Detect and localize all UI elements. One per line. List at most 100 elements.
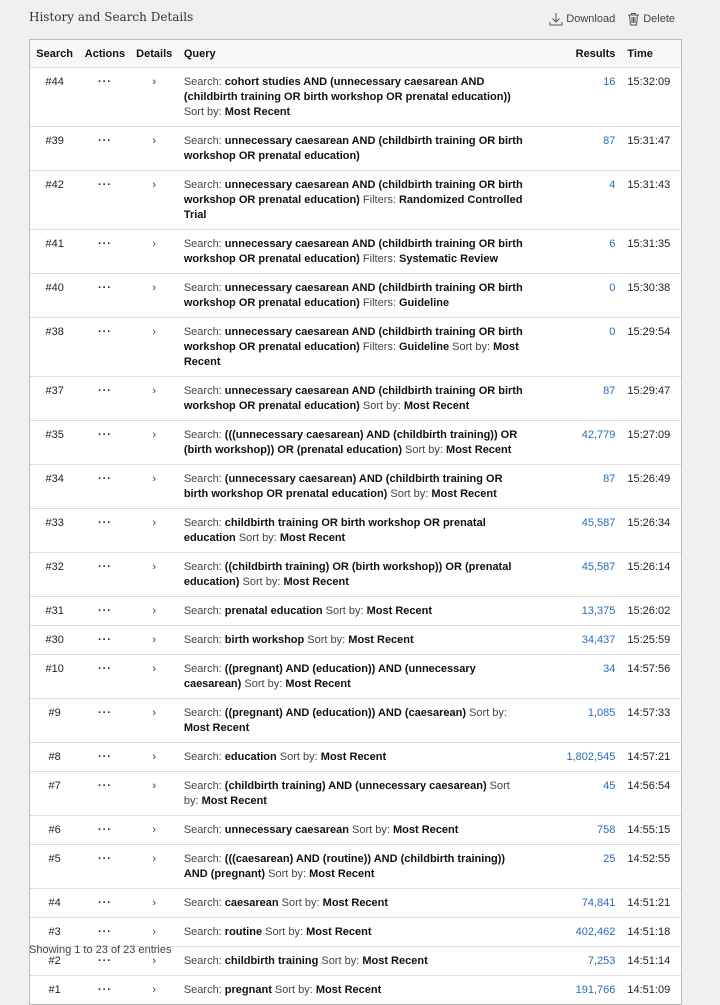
query-term: unnecessary caesarean AND (childbirth tr… — [183, 385, 523, 412]
results-link[interactable]: 87 — [543, 464, 622, 509]
table-row: #7 ··· › Search: (childbirth training) AND … — [30, 771, 681, 816]
col-results[interactable]: Results — [543, 40, 622, 68]
results-link[interactable]: 0 — [543, 273, 622, 318]
query-label: Search: — [183, 926, 225, 938]
chevron-right-icon[interactable]: › — [152, 984, 156, 996]
results-link[interactable]: 45,587 — [543, 508, 622, 553]
actions-cell: ··· — [79, 464, 131, 509]
chevron-right-icon[interactable]: › — [152, 326, 156, 338]
chevron-right-icon[interactable]: › — [152, 605, 156, 617]
chevron-right-icon[interactable]: › — [152, 385, 156, 397]
download-button[interactable]: Download — [549, 12, 615, 26]
results-link[interactable]: 6 — [543, 229, 622, 274]
delete-button[interactable]: Delete — [627, 12, 675, 26]
results-link[interactable]: 0 — [543, 317, 622, 377]
results-link[interactable]: 42,779 — [543, 420, 622, 465]
table-row: #3 ··· › Search: routine Sort by: Most Rece… — [30, 917, 681, 947]
query-term: pregnant — [224, 984, 272, 996]
query-label: Filters: — [359, 253, 399, 265]
more-actions-icon[interactable]: ··· — [98, 179, 112, 191]
more-actions-icon[interactable]: ··· — [98, 955, 112, 967]
query-label: Sort by: — [278, 897, 323, 909]
more-actions-icon[interactable]: ··· — [98, 751, 112, 763]
results-link[interactable]: 74,841 — [543, 888, 622, 918]
chevron-right-icon[interactable]: › — [152, 926, 156, 938]
results-link[interactable]: 34,437 — [543, 625, 622, 655]
more-actions-icon[interactable]: ··· — [98, 707, 112, 719]
chevron-right-icon[interactable]: › — [152, 897, 156, 909]
more-actions-icon[interactable]: ··· — [98, 984, 112, 996]
chevron-right-icon[interactable]: › — [152, 238, 156, 250]
chevron-right-icon[interactable]: › — [152, 429, 156, 441]
more-actions-icon[interactable]: ··· — [98, 663, 112, 675]
results-link[interactable]: 45 — [543, 771, 622, 816]
more-actions-icon[interactable]: ··· — [98, 76, 112, 88]
results-link[interactable]: 25 — [543, 844, 622, 889]
more-actions-icon[interactable]: ··· — [98, 926, 112, 938]
results-link[interactable]: 191,766 — [543, 975, 622, 1004]
results-link[interactable]: 1,802,545 — [543, 742, 622, 772]
results-link[interactable]: 7,253 — [543, 946, 622, 976]
more-actions-icon[interactable]: ··· — [98, 473, 112, 485]
chevron-right-icon[interactable]: › — [152, 780, 156, 792]
results-link[interactable]: 4 — [543, 170, 622, 230]
more-actions-icon[interactable]: ··· — [98, 853, 112, 865]
chevron-right-icon[interactable]: › — [152, 135, 156, 147]
more-actions-icon[interactable]: ··· — [98, 429, 112, 441]
query-label: Search: — [183, 955, 225, 967]
results-link[interactable]: 758 — [543, 815, 622, 845]
query-term: Most Recent — [431, 488, 497, 500]
results-link[interactable]: 45,587 — [543, 552, 622, 597]
chevron-right-icon[interactable]: › — [152, 282, 156, 294]
query-label: Sort by: — [348, 824, 393, 836]
chevron-right-icon[interactable]: › — [152, 634, 156, 646]
query-label: Search: — [183, 824, 225, 836]
chevron-right-icon[interactable]: › — [152, 751, 156, 763]
chevron-right-icon[interactable]: › — [152, 853, 156, 865]
results-link[interactable]: 16 — [543, 67, 622, 127]
results-link[interactable]: 87 — [543, 376, 622, 421]
query-label: Filters: — [359, 194, 399, 206]
chevron-right-icon[interactable]: › — [152, 824, 156, 836]
col-search[interactable]: Search — [30, 40, 80, 68]
results-link[interactable]: 1,085 — [543, 698, 622, 743]
results-link[interactable]: 87 — [543, 126, 622, 171]
time-cell: 15:26:49 — [621, 464, 681, 509]
more-actions-icon[interactable]: ··· — [98, 282, 112, 294]
results-link[interactable]: 13,375 — [543, 596, 622, 626]
query-label: Search: — [183, 135, 225, 147]
query-text: Search: ((pregnant) AND (education)) AND… — [177, 698, 544, 743]
more-actions-icon[interactable]: ··· — [98, 135, 112, 147]
more-actions-icon[interactable]: ··· — [98, 326, 112, 338]
chevron-right-icon[interactable]: › — [152, 179, 156, 191]
query-label: Sort by: — [466, 707, 507, 719]
chevron-right-icon[interactable]: › — [152, 473, 156, 485]
more-actions-icon[interactable]: ··· — [98, 780, 112, 792]
trash-icon — [628, 13, 640, 26]
chevron-right-icon[interactable]: › — [152, 663, 156, 675]
chevron-right-icon[interactable]: › — [152, 76, 156, 88]
query-label: Sort by: — [402, 444, 447, 456]
time-cell: 14:57:56 — [621, 654, 681, 699]
chevron-right-icon[interactable]: › — [152, 955, 156, 967]
more-actions-icon[interactable]: ··· — [98, 561, 112, 573]
chevron-right-icon[interactable]: › — [152, 707, 156, 719]
col-time[interactable]: Time — [621, 40, 681, 68]
more-actions-icon[interactable]: ··· — [98, 824, 112, 836]
entries-info: Showing 1 to 23 of 23 entries — [29, 944, 172, 956]
more-actions-icon[interactable]: ··· — [98, 634, 112, 646]
more-actions-icon[interactable]: ··· — [98, 517, 112, 529]
more-actions-icon[interactable]: ··· — [98, 897, 112, 909]
results-link[interactable]: 34 — [543, 654, 622, 699]
more-actions-icon[interactable]: ··· — [98, 605, 112, 617]
query-term: Most Recent — [201, 795, 267, 807]
more-actions-icon[interactable]: ··· — [98, 238, 112, 250]
chevron-right-icon[interactable]: › — [152, 517, 156, 529]
query-text: Search: ((pregnant) AND (education)) AND… — [177, 654, 544, 699]
results-link[interactable]: 402,462 — [543, 917, 622, 947]
query-text: Search: unnecessary caesarean AND (child… — [177, 229, 544, 274]
more-actions-icon[interactable]: ··· — [98, 385, 112, 397]
chevron-right-icon[interactable]: › — [152, 561, 156, 573]
query-term: Most Recent — [366, 605, 433, 617]
history-table: Search Actions Details Query Results Tim… — [29, 39, 682, 1005]
